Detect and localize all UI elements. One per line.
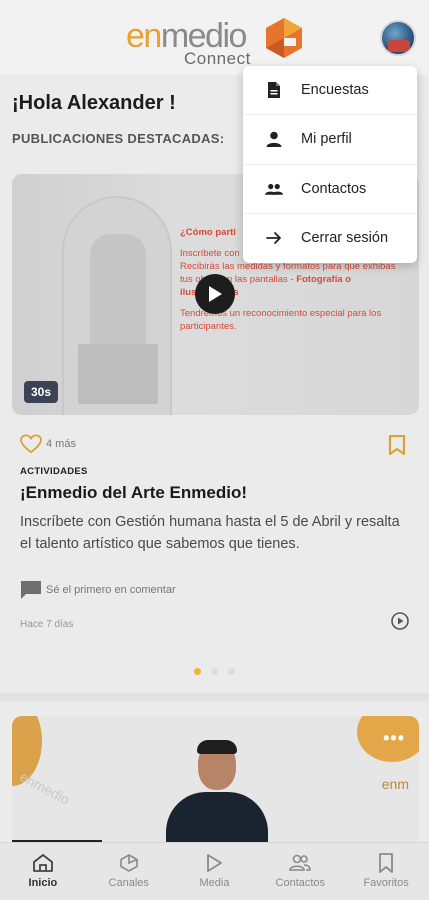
comment-row[interactable]: Sé el primero en comentar — [20, 580, 176, 600]
menu-label-encuestas: Encuestas — [301, 82, 369, 99]
menu-label-mi-perfil: Mi perfil — [301, 131, 352, 148]
greeting-text: ¡Hola Alexander ! — [12, 92, 176, 114]
user-dropdown-menu: Encuestas Mi perfil Contactos Cerrar ses… — [243, 66, 417, 263]
bookmark-icon — [379, 853, 393, 873]
promo-line-1: ¿Cómo parti — [180, 227, 236, 238]
promo-line-2: Inscríbete con — [180, 248, 240, 259]
post-time: Hace 7 días — [20, 619, 74, 630]
nav-label-inicio: Inicio — [28, 877, 58, 889]
menu-item-contactos[interactable]: Contactos — [243, 165, 417, 214]
channels-icon — [119, 854, 138, 872]
comment-prompt: Sé el primero en comentar — [46, 584, 176, 596]
nav-label-favoritos: Favoritos — [363, 877, 409, 889]
video-duration-badge: 30s — [24, 381, 59, 403]
person-icon — [265, 130, 283, 148]
nav-label-media: Media — [199, 877, 230, 889]
menu-label-contactos: Contactos — [301, 180, 367, 197]
nav-item-media[interactable]: Media — [172, 843, 258, 900]
pedestal-image — [78, 344, 158, 404]
play-icon — [209, 286, 222, 302]
post-media-2[interactable]: ••• enmedio enm — [12, 716, 419, 846]
nav-label-contactos: Contactos — [275, 877, 326, 889]
nav-item-contactos[interactable]: Contactos — [257, 843, 343, 900]
likes-count: 4 más — [46, 438, 76, 450]
heart-icon[interactable] — [20, 434, 42, 454]
arrow-right-icon — [265, 229, 283, 247]
section-title: PUBLICACIONES DESTACADAS: — [12, 131, 225, 146]
card2-logo-right: enm — [381, 776, 409, 792]
carousel-dot-1[interactable] — [194, 668, 201, 675]
app-header: enmedio Connect — [0, 0, 429, 75]
section-divider — [0, 693, 429, 701]
logo-subtitle: Connect — [184, 49, 251, 68]
menu-item-encuestas[interactable]: Encuestas — [243, 66, 417, 116]
menu-item-mi-perfil[interactable]: Mi perfil — [243, 115, 417, 165]
nav-label-canales: Canales — [108, 877, 149, 889]
post-category: ACTIVIDADES — [20, 466, 88, 477]
carousel-dot-2[interactable] — [211, 668, 218, 675]
avatar[interactable] — [380, 20, 416, 56]
nav-item-canales[interactable]: Canales — [86, 843, 172, 900]
bookmark-icon[interactable] — [388, 435, 406, 455]
play-video-button[interactable] — [195, 274, 235, 314]
enmedio-connect-logo: enmedio Connect — [126, 16, 306, 68]
contacts-icon — [289, 854, 312, 871]
logo-prefix: en — [126, 17, 162, 55]
person-hair — [197, 740, 237, 754]
people-icon — [265, 180, 283, 198]
post-body: Inscríbete con Gestión humana hasta el 5… — [20, 514, 400, 552]
nav-item-inicio[interactable]: Inicio — [0, 843, 86, 900]
card2-logo-left: enmedio — [17, 768, 73, 808]
person-body — [166, 792, 268, 846]
comment-icon — [21, 581, 41, 599]
bottom-nav: Inicio Canales Media Contactos Favoritos — [0, 842, 429, 900]
carousel-dot-3[interactable] — [228, 668, 235, 675]
play-icon — [207, 854, 223, 872]
document-icon — [265, 81, 283, 99]
post-title[interactable]: ¡Enmedio del Arte Enmedio! — [20, 483, 247, 503]
likes-row: 4 más — [20, 434, 76, 454]
play-circle-icon[interactable] — [391, 612, 409, 630]
menu-item-cerrar-sesion[interactable]: Cerrar sesión — [243, 214, 417, 263]
home-icon — [32, 854, 53, 872]
carousel-dots — [194, 668, 235, 675]
logo-mark-icon — [266, 18, 302, 58]
menu-label-cerrar-sesion: Cerrar sesión — [301, 230, 389, 247]
more-options-button[interactable]: ••• — [383, 728, 405, 749]
nav-item-favoritos[interactable]: Favoritos — [343, 843, 429, 900]
